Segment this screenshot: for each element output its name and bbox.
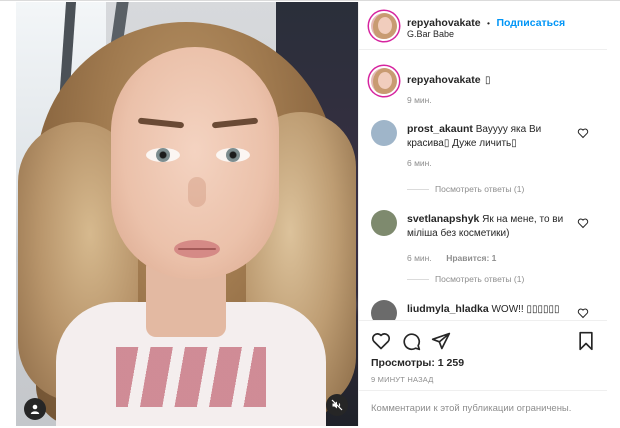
comment-like-heart-icon[interactable] <box>577 307 589 319</box>
view-replies-label: Посмотреть ответы (1) <box>435 184 525 194</box>
comment-icon[interactable] <box>401 331 421 351</box>
caption-username[interactable]: repyahovakate <box>407 74 481 86</box>
comment-avatar[interactable] <box>371 300 397 320</box>
heart-icon[interactable] <box>371 331 391 351</box>
bookmark-icon[interactable] <box>577 331 595 351</box>
comment-time[interactable]: 6 мин. <box>407 158 432 168</box>
caption-time[interactable]: 9 мин. <box>407 95 432 105</box>
comments-restricted-notice: Комментарии к этой публикации ограничены… <box>359 390 607 426</box>
shirt-print <box>116 347 266 407</box>
comment-username[interactable]: svetlanapshyk <box>407 213 479 225</box>
user-tag-button[interactable] <box>24 398 46 420</box>
view-replies-button[interactable]: Посмотреть ответы (1) <box>407 274 524 284</box>
post-details-panel: repyahovakate • Подписаться G.Bar Babe r… <box>358 2 607 426</box>
separator-dot: • <box>487 18 490 28</box>
comment-like-heart-icon[interactable] <box>577 217 589 229</box>
caption-text: ▯ <box>485 75 491 86</box>
top-divider <box>0 0 620 1</box>
post-video[interactable] <box>16 2 358 426</box>
caption-avatar[interactable] <box>369 66 399 96</box>
caption: repyahovakate ▯ <box>407 70 491 88</box>
speaker-muted-icon <box>331 399 343 411</box>
post-timestamp[interactable]: 9 МИНУТ НАЗАД <box>371 375 434 384</box>
follow-button[interactable]: Подписаться <box>496 17 565 29</box>
comment-like-heart-icon[interactable] <box>577 127 589 139</box>
views-count[interactable]: Просмотры: 1 259 <box>371 357 464 369</box>
paper-plane-icon[interactable] <box>431 331 451 351</box>
comment-likes-count[interactable]: Нравится: 1 <box>446 253 496 263</box>
author-username[interactable]: repyahovakate <box>407 17 481 29</box>
lips <box>174 240 220 258</box>
comment-username[interactable]: prost_akaunt <box>407 123 473 135</box>
comment-item: prost_akaunt Вауууу яка Ви красива▯ Дуже… <box>407 122 577 151</box>
mute-button[interactable] <box>326 394 348 416</box>
post-header: repyahovakate • Подписаться G.Bar Babe <box>359 2 607 50</box>
comment-username[interactable]: liudmyla_hladka <box>407 303 489 315</box>
comment-avatar[interactable] <box>371 120 397 146</box>
eye-right <box>216 148 250 162</box>
comments-restricted-text: Комментарии к этой публикации ограничены… <box>371 403 572 414</box>
eye-left <box>146 148 180 162</box>
nose <box>188 177 206 207</box>
post-location[interactable]: G.Bar Babe <box>407 29 454 39</box>
comment-text: WOW!! ▯▯▯▯▯▯ <box>491 304 560 315</box>
comment-item: liudmyla_hladka WOW!! ▯▯▯▯▯▯ <box>407 302 577 317</box>
user-icon <box>30 404 40 414</box>
post-card: repyahovakate • Подписаться G.Bar Babe r… <box>0 0 620 428</box>
author-avatar[interactable] <box>369 11 399 41</box>
view-replies-label: Посмотреть ответы (1) <box>435 274 525 284</box>
comment-time[interactable]: 6 мин. <box>407 253 432 263</box>
comments-list[interactable]: repyahovakate ▯ 9 мин. prost_akaunt Вауу… <box>359 50 607 320</box>
comment-avatar[interactable] <box>371 210 397 236</box>
comment-meta: 6 мин. Нравится: 1 <box>407 248 496 266</box>
view-replies-button[interactable]: Посмотреть ответы (1) <box>407 184 524 194</box>
comment-item: svetlanapshyk Як на мене, то ви міліша б… <box>407 212 577 241</box>
